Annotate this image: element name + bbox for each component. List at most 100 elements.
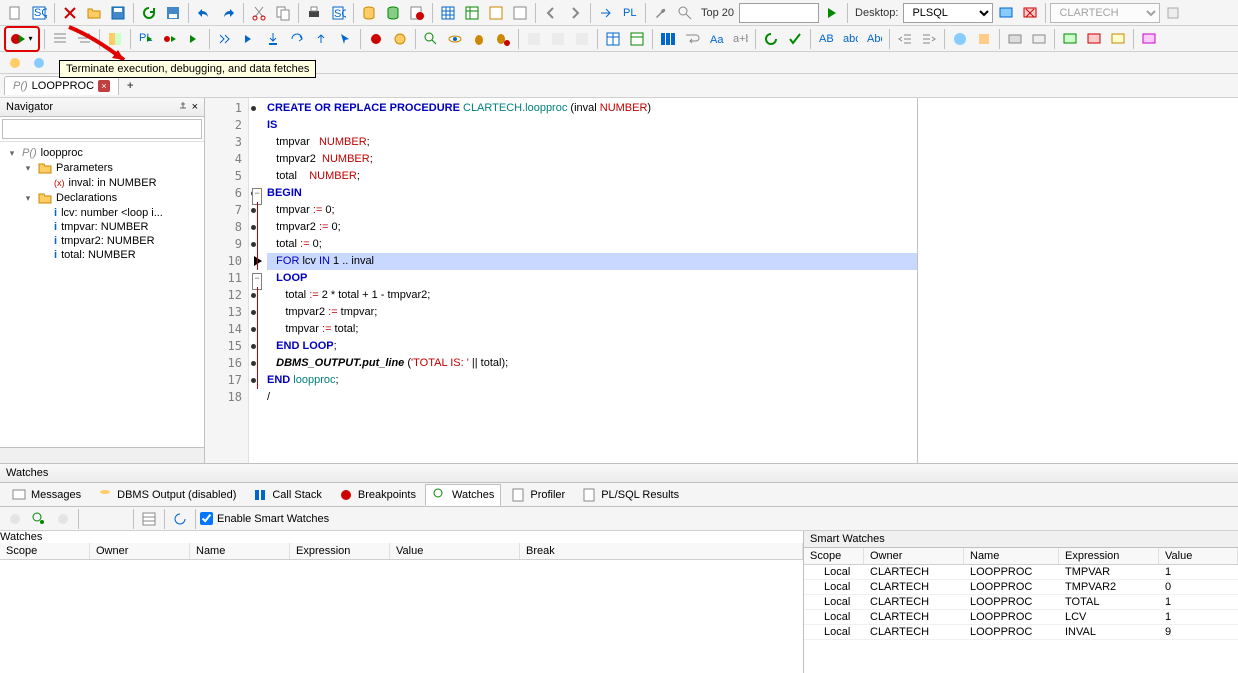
wt-b3-icon[interactable]: [52, 508, 74, 530]
wrap-icon[interactable]: [681, 28, 703, 50]
tab-profiler[interactable]: Profiler: [503, 484, 572, 506]
db1-icon[interactable]: [358, 2, 380, 24]
r3-icon-2[interactable]: [28, 52, 50, 74]
expand-icon[interactable]: ▾: [22, 193, 34, 204]
outdent-icon[interactable]: [73, 28, 95, 50]
step-out-icon[interactable]: [310, 28, 332, 50]
tree-decl-tmpvar2[interactable]: itmpvar2: NUMBER: [2, 234, 202, 248]
save-icon[interactable]: [107, 2, 129, 24]
mon2-icon[interactable]: [1083, 28, 1105, 50]
init-icon[interactable]: Abc: [863, 28, 885, 50]
grid4-icon[interactable]: [509, 2, 531, 24]
x2-icon[interactable]: [973, 28, 995, 50]
top-n-input[interactable]: [739, 3, 819, 23]
step-into-icon[interactable]: [262, 28, 284, 50]
nav-close-icon[interactable]: ×: [192, 101, 198, 113]
redo-icon[interactable]: [217, 2, 239, 24]
table-row[interactable]: LocalCLARTECHLOOPPROCTMPVAR1: [804, 565, 1238, 580]
d3-icon[interactable]: [571, 28, 593, 50]
undo-icon[interactable]: [193, 2, 215, 24]
comp1-icon[interactable]: [104, 28, 126, 50]
tab-dbms[interactable]: DBMS Output (disabled): [90, 484, 243, 506]
wrench-icon[interactable]: [650, 2, 672, 24]
db2-icon[interactable]: [382, 2, 404, 24]
wt-b2-icon[interactable]: [28, 508, 50, 530]
delete-icon[interactable]: [59, 2, 81, 24]
print-icon[interactable]: [303, 2, 325, 24]
x4-icon[interactable]: [1028, 28, 1050, 50]
forward-icon[interactable]: [564, 2, 586, 24]
indent-r-icon[interactable]: [918, 28, 940, 50]
tbl1-icon[interactable]: [602, 28, 624, 50]
bp2-icon[interactable]: [389, 28, 411, 50]
fwd-sql-icon[interactable]: [595, 2, 617, 24]
run2-icon[interactable]: [159, 28, 181, 50]
expand-icon[interactable]: ▾: [6, 148, 18, 159]
table-row[interactable]: LocalCLARTECHLOOPPROCLCV1: [804, 610, 1238, 625]
tree-parameters[interactable]: ▾ Parameters: [2, 160, 202, 176]
script-icon[interactable]: SQL: [327, 2, 349, 24]
step2-icon[interactable]: [238, 28, 260, 50]
r3-icon-1[interactable]: [4, 52, 26, 74]
check-icon[interactable]: [784, 28, 806, 50]
plsql-icon[interactable]: PL: [619, 2, 641, 24]
tab-watches[interactable]: Watches: [425, 484, 501, 506]
tree-decl-tmpvar[interactable]: itmpvar: NUMBER: [2, 220, 202, 234]
exec-icon[interactable]: [821, 2, 843, 24]
grid3-icon[interactable]: [485, 2, 507, 24]
refresh-icon[interactable]: [138, 2, 160, 24]
save-disk-icon[interactable]: [162, 2, 184, 24]
desktop-select[interactable]: PLSQL: [903, 3, 993, 23]
code-editor[interactable]: 123456789101112131415161718 −− CREATE OR…: [205, 98, 918, 463]
indent-l-icon[interactable]: [894, 28, 916, 50]
table-row[interactable]: LocalCLARTECHLOOPPROCTOTAL1: [804, 595, 1238, 610]
smart-body[interactable]: LocalCLARTECHLOOPPROCTMPVAR1 LocalCLARTEC…: [804, 565, 1238, 673]
refresh2-icon[interactable]: [760, 28, 782, 50]
desktop-opt2-icon[interactable]: [1019, 2, 1041, 24]
upper-icon[interactable]: ABC: [815, 28, 837, 50]
schema-btn-icon[interactable]: [1162, 2, 1184, 24]
ab-icon[interactable]: a+b: [729, 28, 751, 50]
desktop-opt1-icon[interactable]: [995, 2, 1017, 24]
wt-b5-icon[interactable]: [107, 508, 129, 530]
text-icon[interactable]: Aa: [705, 28, 727, 50]
watch1-icon[interactable]: [420, 28, 442, 50]
close-icon[interactable]: ×: [98, 80, 110, 92]
tree-param-inval[interactable]: (x) inval: in NUMBER: [2, 176, 202, 190]
tree-decl-total[interactable]: itotal: NUMBER: [2, 248, 202, 262]
bug-stop-icon[interactable]: [492, 28, 514, 50]
pin-icon[interactable]: [178, 101, 188, 111]
wt-refresh-icon[interactable]: [169, 508, 191, 530]
add-tab-button[interactable]: +: [121, 77, 139, 95]
d1-icon[interactable]: [523, 28, 545, 50]
open-icon[interactable]: [83, 2, 105, 24]
sql-icon[interactable]: SQL: [28, 2, 50, 24]
back-icon[interactable]: [540, 2, 562, 24]
stop-script-icon[interactable]: [406, 2, 428, 24]
expand-icon[interactable]: ▾: [22, 163, 34, 174]
x1-icon[interactable]: [949, 28, 971, 50]
last-icon[interactable]: [1138, 28, 1160, 50]
mon3-icon[interactable]: [1107, 28, 1129, 50]
d2-icon[interactable]: [547, 28, 569, 50]
cursor-icon[interactable]: [334, 28, 356, 50]
smart-watches-checkbox[interactable]: Enable Smart Watches: [200, 512, 329, 525]
table-row[interactable]: LocalCLARTECHLOOPPROCINVAL9: [804, 625, 1238, 640]
grid2-icon[interactable]: [461, 2, 483, 24]
watches-body[interactable]: [0, 560, 803, 673]
copy-icon[interactable]: [272, 2, 294, 24]
lower-icon[interactable]: abc: [839, 28, 861, 50]
run-debug-button[interactable]: ▾: [6, 28, 38, 50]
tbl2-icon[interactable]: [626, 28, 648, 50]
doc-tab-loopproc[interactable]: P() LOOPPROC ×: [4, 76, 119, 95]
wt-grid-icon[interactable]: [138, 508, 160, 530]
grid-a-icon[interactable]: [657, 28, 679, 50]
tree-decl-lcv[interactable]: ilcv: number <loop i...: [2, 206, 202, 220]
cut-icon[interactable]: [248, 2, 270, 24]
mon1-icon[interactable]: [1059, 28, 1081, 50]
step-over-icon[interactable]: [286, 28, 308, 50]
grid1-icon[interactable]: [437, 2, 459, 24]
run3-icon[interactable]: [183, 28, 205, 50]
indent-icon[interactable]: [49, 28, 71, 50]
tab-plsql[interactable]: PL/SQL Results: [574, 484, 686, 506]
